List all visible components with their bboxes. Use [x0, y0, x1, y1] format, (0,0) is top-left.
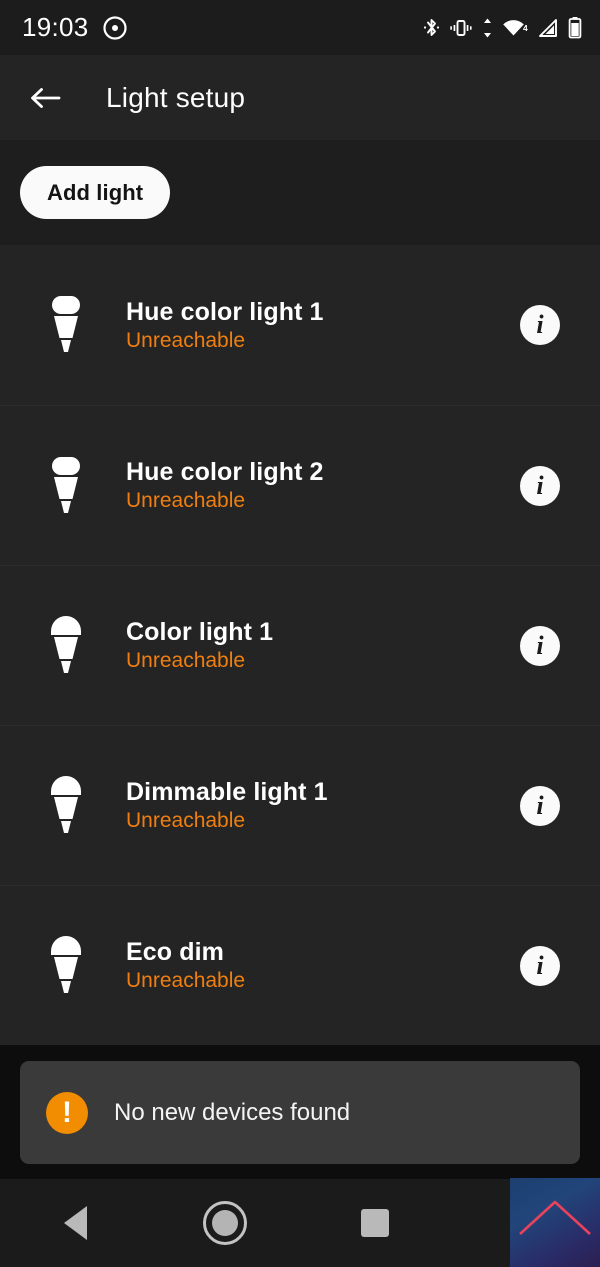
recents-square-icon — [361, 1209, 389, 1237]
light-name: Hue color light 2 — [126, 458, 324, 486]
snackbar-message: No new devices found — [114, 1098, 351, 1126]
nav-back-button[interactable] — [0, 1206, 150, 1240]
light-bulb-icon-wrap — [36, 935, 96, 997]
app-bar: Light setup — [0, 55, 600, 140]
light-status: Unreachable — [126, 969, 246, 992]
home-circle-icon — [203, 1201, 247, 1245]
light-row-text: Hue color light 2 Unreachable — [96, 458, 520, 513]
chevron-up-icon — [519, 1200, 591, 1235]
light-row-text: Dimmable light 1 Unreachable — [96, 778, 520, 833]
candle-bulb-icon — [52, 296, 80, 352]
round-bulb-icon — [51, 775, 81, 833]
light-status: Unreachable — [126, 489, 246, 512]
light-row-text: Hue color light 1 Unreachable — [96, 298, 520, 353]
add-light-band: Add light — [0, 140, 600, 245]
light-status: Unreachable — [126, 649, 246, 672]
light-row[interactable]: Hue color light 2 Unreachable i — [0, 405, 600, 565]
light-bulb-icon-wrap — [36, 455, 96, 517]
status-bar-right: 4 — [423, 16, 582, 39]
add-light-button[interactable]: Add light — [20, 166, 171, 219]
light-bulb-icon-wrap — [36, 615, 96, 677]
status-bar-clock: 19:03 — [22, 12, 89, 42]
light-row-text: Eco dim Unreachable — [96, 938, 520, 993]
screen-record-icon — [102, 15, 127, 40]
light-status: Unreachable — [126, 328, 246, 352]
warning-exclamation-icon: ! — [46, 1091, 88, 1134]
status-bar: 19:03 4 — [0, 0, 600, 55]
light-row[interactable]: Dimmable light 1 Unreachable i — [0, 725, 600, 885]
wifi-badge-text: 4 — [523, 23, 528, 33]
nav-recents-button[interactable] — [300, 1209, 450, 1237]
wifi-icon: 4 — [503, 19, 528, 35]
light-row[interactable]: Eco dim Unreachable i — [0, 885, 600, 1045]
round-bulb-icon — [51, 615, 81, 673]
light-name: Dimmable light 1 — [126, 778, 328, 806]
snackbar: ! No new devices found — [20, 1061, 580, 1164]
light-bulb-icon-wrap — [36, 294, 96, 356]
back-button[interactable] — [27, 80, 63, 116]
phone-screen: 19:03 4 Light setup Add light Hue color … — [0, 0, 600, 1267]
light-name: Color light 1 — [126, 618, 274, 646]
status-bar-left: 19:03 — [22, 12, 127, 43]
light-status: Unreachable — [126, 809, 246, 832]
snackbar-area: ! No new devices found — [0, 1045, 600, 1182]
page-title: Light setup — [106, 81, 246, 113]
light-info-button[interactable]: i — [520, 945, 560, 986]
light-info-button[interactable]: i — [520, 465, 560, 506]
bluetooth-icon — [423, 19, 440, 36]
light-row-text: Color light 1 Unreachable — [96, 618, 520, 673]
light-name: Hue color light 1 — [126, 297, 324, 326]
light-bulb-icon-wrap — [36, 775, 96, 837]
light-list: Hue color light 1 Unreachable i Hue color l… — [0, 245, 600, 1045]
light-info-button[interactable]: i — [520, 625, 560, 666]
cell-signal-icon — [539, 18, 557, 37]
battery-icon — [568, 17, 582, 39]
vibrate-icon — [450, 19, 472, 36]
back-arrow-icon — [31, 87, 61, 108]
round-bulb-icon — [51, 935, 81, 993]
screen-recorder-thumbnail[interactable] — [510, 1178, 600, 1267]
candle-bulb-icon — [52, 456, 80, 513]
light-row[interactable]: Color light 1 Unreachable i — [0, 565, 600, 725]
light-name: Eco dim — [126, 938, 224, 966]
light-info-button[interactable]: i — [520, 305, 560, 345]
back-triangle-icon — [63, 1206, 87, 1240]
nav-home-button[interactable] — [150, 1201, 300, 1245]
light-row[interactable]: Hue color light 1 Unreachable i — [0, 245, 600, 405]
data-transfer-icon — [484, 18, 491, 37]
light-info-button[interactable]: i — [520, 785, 560, 826]
